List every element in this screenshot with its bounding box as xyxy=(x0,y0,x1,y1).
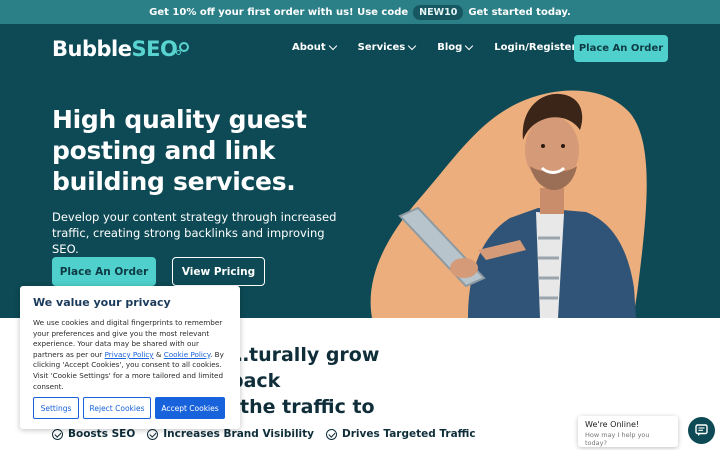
nav-place-order-button[interactable]: Place An Order xyxy=(574,35,668,62)
nav-item-blog[interactable]: Blog xyxy=(437,41,474,53)
chat-greeting-bubble[interactable]: We're Online! How may I help you today? xyxy=(578,416,678,447)
cookie-buttons: Settings Reject Cookies Accept Cookies xyxy=(33,397,225,419)
bubbles-icon xyxy=(176,39,190,61)
promo-text: Get 10% off your first order with us! Us… xyxy=(149,6,409,18)
nav-item-label: Services xyxy=(357,42,406,53)
benefit-item: Drives Targeted Traffic xyxy=(326,428,476,440)
benefits-list: Boosts SEO Increases Brand Visibility Dr… xyxy=(52,428,476,440)
hero-headline: High quality guest posting and link buil… xyxy=(52,105,307,196)
cookie-consent-banner: We value your privacy We use cookies and… xyxy=(20,286,240,429)
check-circle-icon xyxy=(52,428,63,440)
hero-subtext: Develop your content strategy through in… xyxy=(52,210,337,256)
chat-title: We're Online! xyxy=(585,420,640,429)
chevron-down-icon xyxy=(465,41,474,50)
benefit-item: Boosts SEO xyxy=(52,428,135,440)
benefit-label: Increases Brand Visibility xyxy=(163,428,315,440)
cookie-policy-link[interactable]: Cookie Policy xyxy=(164,350,210,359)
cookie-title: We value your privacy xyxy=(33,296,171,309)
logo-text-seo: SEO xyxy=(131,37,178,61)
hero-place-order-button[interactable]: Place An Order xyxy=(52,257,156,286)
promo-code-badge: NEW10 xyxy=(413,4,464,20)
benefit-item: Increases Brand Visibility xyxy=(147,428,314,440)
chevron-down-icon xyxy=(407,41,417,50)
reject-cookies-button[interactable]: Reject Cookies xyxy=(83,397,151,419)
nav-item-label: Login/Register xyxy=(494,42,577,53)
chat-launcher-button[interactable] xyxy=(688,417,715,444)
view-pricing-button[interactable]: View Pricing xyxy=(172,257,265,286)
chevron-down-icon xyxy=(328,41,337,50)
privacy-policy-link[interactable]: Privacy Policy xyxy=(105,350,154,359)
nav-item-label: Blog xyxy=(437,42,463,53)
main-nav: About Services Blog Login/Register Place… xyxy=(292,35,668,62)
check-circle-icon xyxy=(326,428,338,440)
benefit-label: Boosts SEO xyxy=(68,428,136,440)
hero-illustration xyxy=(370,90,647,318)
chat-subtitle: How may I help you today? xyxy=(585,431,650,447)
cookie-text-amp: & xyxy=(155,349,162,359)
nav-item-login[interactable]: Login/Register xyxy=(494,42,576,53)
cookie-body: We use cookies and digital fingerprints … xyxy=(33,318,227,392)
chat-icon xyxy=(695,424,708,436)
check-circle-icon xyxy=(147,428,159,440)
promo-cta-text[interactable]: Get started today. xyxy=(468,7,571,18)
accept-cookies-button[interactable]: Accept Cookies xyxy=(155,397,225,419)
benefit-label: Drives Targeted Traffic xyxy=(342,428,476,440)
nav-item-services[interactable]: Services xyxy=(357,41,417,53)
nav-item-about[interactable]: About xyxy=(292,41,337,53)
logo[interactable]: Bubble SEO xyxy=(52,37,190,61)
promo-bar: Get 10% off your first order with us! Us… xyxy=(0,0,720,24)
hero-section: Bubble SEO About Services Blog Login/Reg… xyxy=(0,24,720,318)
logo-text-bubble: Bubble xyxy=(52,37,132,61)
nav-item-label: About xyxy=(292,42,326,53)
cookie-settings-button[interactable]: Settings xyxy=(33,397,79,419)
